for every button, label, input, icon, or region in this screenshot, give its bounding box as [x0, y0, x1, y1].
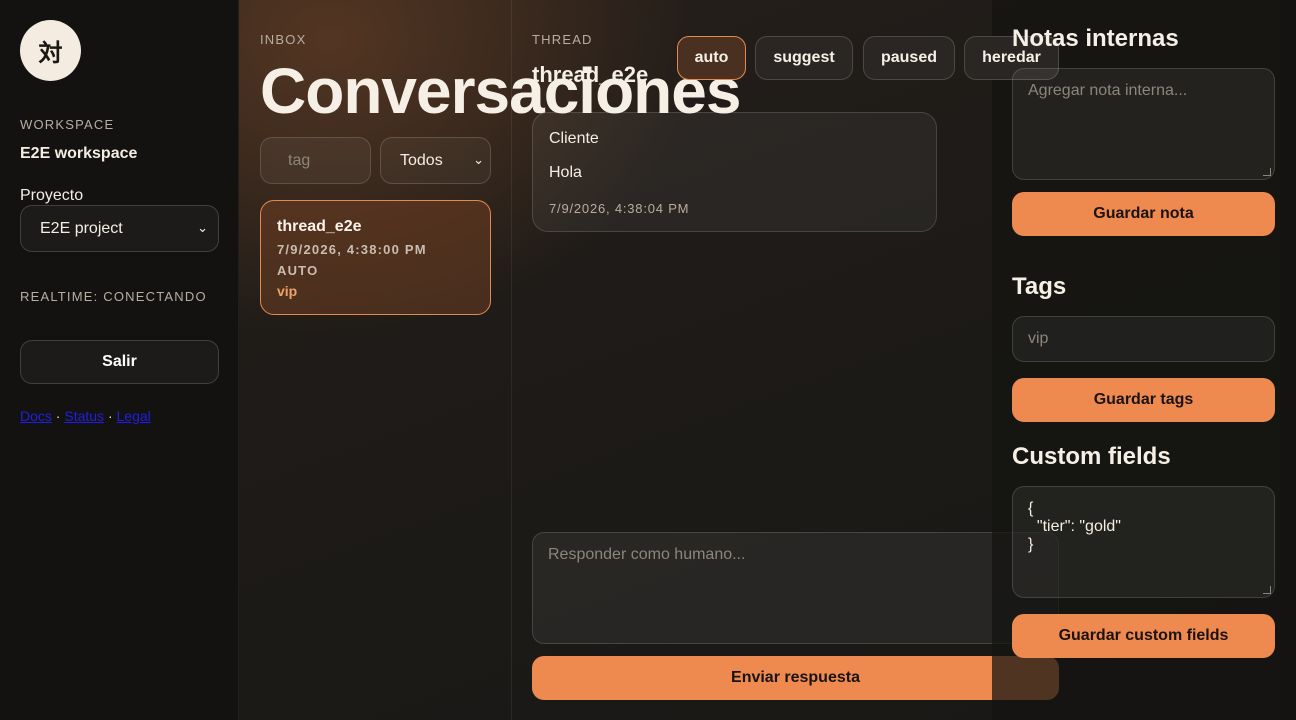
project-select-value: E2E project	[40, 219, 123, 237]
resize-handle-icon[interactable]	[1263, 586, 1271, 594]
tag-filter-placeholder: tag	[288, 151, 311, 169]
message-timestamp: 7/9/2026, 4:38:04 PM	[549, 201, 690, 216]
save-tags-button[interactable]: Guardar tags	[1012, 378, 1275, 422]
realtime-status: REALTIME: CONECTANDO	[20, 289, 207, 304]
resize-handle-icon[interactable]	[1263, 168, 1271, 176]
project-select[interactable]: E2E project ⌄	[20, 205, 219, 252]
mode-button-auto[interactable]: auto	[677, 36, 746, 80]
reply-textarea[interactable]: Responder como humano...	[532, 532, 1059, 644]
thread-eyebrow: THREAD	[532, 32, 593, 47]
custom-fields-value: { "tier": "gold" }	[1028, 500, 1121, 553]
custom-fields-title: Custom fields	[1012, 443, 1171, 470]
thread-item-mode: AUTO	[277, 263, 319, 278]
message-card: Cliente Hola 7/9/2026, 4:38:04 PM	[532, 112, 937, 232]
status-filter-select[interactable]: Todos ⌄	[380, 137, 491, 184]
tag-filter-input[interactable]: tag	[260, 137, 371, 184]
footer-links: Docs · Status · Legal	[20, 408, 151, 424]
sidebar: 対 WORKSPACE E2E workspace Proyecto E2E p…	[0, 0, 239, 720]
message-text: Hola	[549, 164, 582, 181]
page-edge	[1280, 0, 1296, 720]
mode-button-paused[interactable]: paused	[863, 36, 955, 80]
logout-button[interactable]: Salir	[20, 340, 219, 384]
notes-placeholder: Agregar nota interna...	[1028, 82, 1188, 99]
thread-item-tag: vip	[277, 283, 298, 299]
tags-input[interactable]: vip	[1012, 316, 1275, 362]
logo-glyph: 対	[38, 39, 63, 67]
thread-item-title: thread_e2e	[277, 218, 362, 235]
reply-placeholder: Responder como humano...	[548, 546, 746, 563]
save-custom-fields-button[interactable]: Guardar custom fields	[1012, 614, 1275, 658]
project-label: Proyecto	[20, 187, 84, 204]
chevron-down-icon: ⌄	[473, 153, 484, 168]
send-reply-button[interactable]: Enviar respuesta	[532, 656, 1059, 700]
chevron-down-icon: ⌄	[197, 221, 208, 236]
inbox-eyebrow: INBOX	[260, 32, 307, 47]
logo: 対	[20, 20, 81, 81]
link-separator: ·	[55, 408, 61, 424]
thread-item-timestamp: 7/9/2026, 4:38:00 PM	[277, 242, 427, 257]
custom-fields-textarea[interactable]: { "tier": "gold" }	[1012, 486, 1275, 598]
workspace-eyebrow: WORKSPACE	[20, 117, 115, 132]
docs-link[interactable]: Docs	[20, 408, 52, 424]
tags-input-value: vip	[1028, 330, 1049, 347]
status-link[interactable]: Status	[64, 408, 104, 424]
message-author: Cliente	[549, 130, 599, 147]
status-filter-value: Todos	[400, 151, 443, 169]
mode-button-suggest[interactable]: suggest	[755, 36, 853, 80]
link-separator: ·	[107, 408, 113, 424]
thread-list-item[interactable]: thread_e2e 7/9/2026, 4:38:00 PM AUTO vip	[260, 200, 491, 315]
workspace-name: E2E workspace	[20, 145, 138, 162]
page-title: Conversaciones	[260, 55, 741, 127]
notes-title: Notas internas	[1012, 25, 1179, 52]
notes-textarea[interactable]: Agregar nota interna...	[1012, 68, 1275, 180]
tags-title: Tags	[1012, 273, 1067, 300]
save-note-button[interactable]: Guardar nota	[1012, 192, 1275, 236]
legal-link[interactable]: Legal	[117, 408, 151, 424]
